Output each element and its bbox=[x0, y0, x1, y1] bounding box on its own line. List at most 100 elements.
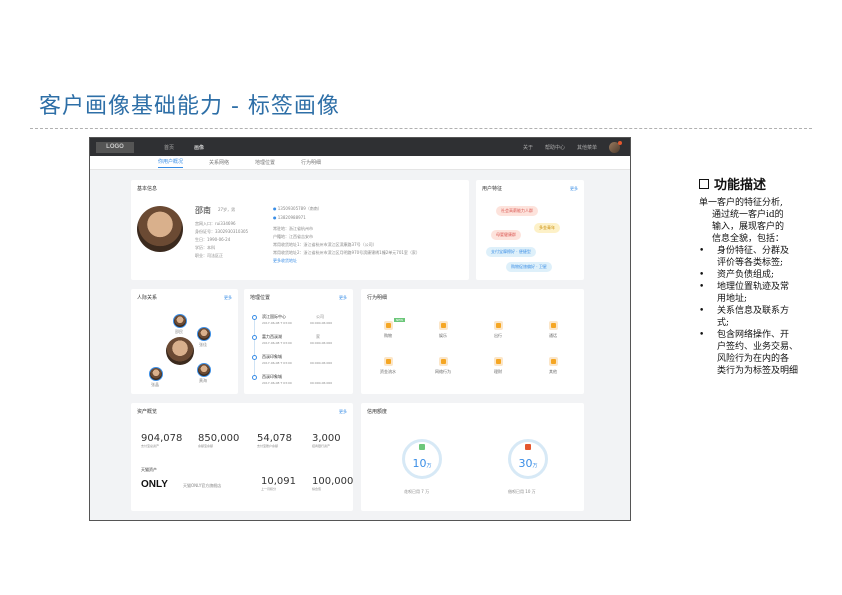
timeline-dot bbox=[252, 335, 257, 340]
card-title: 行为明细 bbox=[367, 295, 388, 301]
more-link[interactable]: 更多 bbox=[570, 186, 578, 192]
tab-relations[interactable]: 关系网络 bbox=[209, 159, 229, 166]
trait-tag: 多金青年 bbox=[534, 223, 560, 233]
behavior-item[interactable]: 其他 bbox=[528, 357, 578, 375]
card-title: 信用额度 bbox=[367, 409, 388, 415]
nav-profile[interactable]: 画像 bbox=[194, 144, 204, 151]
geo-range: 09:000-06:000 bbox=[310, 321, 333, 325]
address-list: 常驻地：浙江省杭州市 户籍地：江西省吉安市 常用收货地址1：浙江省杭州市滨江区滨… bbox=[273, 225, 420, 265]
credit-ring-huabei: 10万 bbox=[402, 439, 442, 479]
call-icon bbox=[548, 321, 558, 330]
geo-tag: 家 bbox=[316, 334, 320, 339]
relation-node[interactable] bbox=[197, 327, 211, 341]
credit-ring-jiebei: 30万 bbox=[508, 439, 548, 479]
geo-tag: 公司 bbox=[316, 314, 324, 319]
trait-tag: 社会高薪能力人群 bbox=[496, 206, 538, 216]
cashflow-icon bbox=[383, 357, 393, 366]
more-link[interactable]: 更多 bbox=[339, 409, 347, 415]
address-item: 常用收货地址2：浙江省杭州市滨江区月明路970号滨康锦绣1幢2单元701室（家） bbox=[273, 250, 420, 255]
behavior-item[interactable]: 资金流水 bbox=[363, 357, 413, 375]
nav-help[interactable]: 帮助中心 bbox=[545, 144, 565, 151]
checkbox-square-icon bbox=[699, 178, 709, 189]
field-item: 生日：1990-06-24 bbox=[195, 237, 231, 242]
bullet-item: 身份特征、分群及评价等各类标签; bbox=[699, 245, 814, 269]
timeline-dot bbox=[252, 315, 257, 320]
geo-time: 2017-06-08 T 03:00 bbox=[262, 381, 292, 385]
asset-stat: 100,000 综合值 bbox=[312, 476, 354, 491]
nav-other[interactable]: 其他菜单 bbox=[577, 144, 597, 151]
jiebei-icon bbox=[525, 444, 531, 450]
description-heading: 功能描述 bbox=[699, 174, 814, 193]
card-title: 人际关系 bbox=[137, 295, 158, 301]
behavior-item[interactable]: 娱乐 bbox=[418, 321, 468, 339]
geo-place: 西溪印象城 bbox=[262, 354, 282, 359]
card-title: 资产概览 bbox=[137, 409, 158, 415]
nav-about[interactable]: 关于 bbox=[523, 144, 533, 151]
description-intro: 单一客户的特征分析, 通过统一客户id的 输入，展现客户的 信息全貌，包括： bbox=[699, 198, 785, 244]
customer-name: 邵南 bbox=[195, 206, 211, 215]
user-avatar[interactable] bbox=[609, 140, 622, 153]
asset-stat: 3,000 招商银行资产 bbox=[312, 433, 341, 448]
tab-behavior[interactable]: 行为明细 bbox=[301, 159, 321, 166]
more-link[interactable]: 更多 bbox=[339, 295, 347, 301]
logo: LOGO bbox=[96, 141, 134, 153]
tab-bar: 你用户概况 关系网络 地理位置 行为明细 bbox=[90, 156, 630, 170]
bullet-item: 关系信息及联系方式; bbox=[699, 305, 814, 329]
center-person bbox=[166, 337, 194, 365]
card-title: 地理位置 bbox=[250, 295, 271, 301]
relation-name: 张佳 bbox=[199, 342, 207, 347]
slide-title: 客户画像基础能力 - 标签画像 bbox=[39, 94, 340, 119]
more-link[interactable]: 更多 bbox=[224, 295, 232, 301]
timeline-line bbox=[254, 317, 255, 379]
behavior-item[interactable]: 理财 bbox=[473, 357, 523, 375]
address-item: 常用收货地址1：浙江省杭州市滨江区滨康路37号（公司） bbox=[273, 242, 377, 247]
ring-value: 30万 bbox=[518, 457, 538, 470]
field-item: 身份证号：3302930310305 bbox=[195, 229, 249, 234]
field-item: 学历：本科 bbox=[195, 245, 215, 250]
relation-name: 张晶 bbox=[151, 382, 159, 387]
behavior-item[interactable]: 网络行为 bbox=[418, 357, 468, 375]
geo-range: 09:000-06:000 bbox=[310, 341, 333, 345]
description-bullets: 身份特征、分群及评价等各类标签; 资产负债组成; 地理位置轨迹及常用地址; 关系… bbox=[699, 245, 814, 377]
tab-geo[interactable]: 地理位置 bbox=[255, 159, 275, 166]
behavior-item[interactable]: 出行 bbox=[473, 321, 523, 339]
relation-node[interactable] bbox=[173, 314, 187, 328]
basic-info-card: 基本信息 邵南 27岁，男 宫网入口：rui334696 身份证号：330293… bbox=[131, 180, 469, 280]
feature-description: 功能描述 单一客户的特征分析, 通过统一客户id的 输入，展现客户的 信息全貌，… bbox=[699, 174, 814, 377]
trait-tag: 母婴健康群 bbox=[491, 230, 521, 240]
geo-place: 富力西溪湖 bbox=[262, 334, 282, 339]
field-list: 宫网入口：rui334696 身份证号：3302930310305 生日：199… bbox=[195, 220, 248, 260]
field-item: 宫网入口：rui334696 bbox=[195, 221, 236, 226]
trait-tag: 支付宝摩擦好 · 便捷型 bbox=[486, 247, 536, 257]
tab-overview[interactable]: 你用户概况 bbox=[158, 158, 184, 168]
behavior-item[interactable]: 购物 bbox=[363, 321, 413, 339]
geo-time: 2017-06-08 T 03:00 bbox=[262, 361, 292, 365]
relation-node[interactable] bbox=[149, 367, 163, 381]
brand-label: 天猫ONLY官方旗舰店 bbox=[183, 483, 222, 488]
credit-card: 信用额度 10万 花呗已用 7 万 30万 借呗已用 10 万 bbox=[361, 403, 584, 511]
contact-list: ● 13509305789（南南） ● 13820988971 bbox=[273, 204, 322, 222]
phone-contact: ● 13509305789（南南） bbox=[273, 206, 322, 211]
finance-icon bbox=[493, 357, 503, 366]
behavior-item[interactable]: 通话 bbox=[528, 321, 578, 339]
ring-value: 10万 bbox=[412, 457, 432, 470]
nav-home[interactable]: 首页 bbox=[164, 144, 174, 151]
field-item: 职业：司法区正 bbox=[195, 253, 223, 258]
shopping-icon bbox=[383, 321, 393, 330]
relation-node[interactable] bbox=[197, 363, 211, 377]
main-nav: 首页 画像 bbox=[164, 144, 204, 151]
asset-stat: 54,078 支付宝账户余额 bbox=[257, 433, 292, 448]
traits-card: 用户特征 更多 社会高薪能力人群 多金青年 母婴健康群 支付宝摩擦好 · 便捷型… bbox=[476, 180, 584, 280]
huabei-icon bbox=[419, 444, 425, 450]
address-item: 户籍地：江西省吉安市 bbox=[273, 234, 313, 239]
asset-stat: 10,091 上一月积分 bbox=[261, 476, 296, 491]
entertainment-icon bbox=[438, 321, 448, 330]
card-title: 用户特征 bbox=[482, 186, 503, 192]
geo-place: 滨江国际中心 bbox=[262, 314, 286, 319]
assets-card: 资产概览 更多 904,078 支付宝总资产 850,000 余额宝余额 54,07… bbox=[131, 403, 353, 511]
more-address-link[interactable]: 更多收货地址 bbox=[273, 257, 420, 265]
brand-logo: ONLY bbox=[141, 479, 168, 490]
age-gender: 27岁，男 bbox=[218, 207, 236, 212]
app-screenshot: LOGO 首页 画像 关于 帮助中心 其他菜单 你用户概况 关系网络 地理位置 … bbox=[89, 137, 631, 521]
geo-time: 2017-06-08 T 03:00 bbox=[262, 321, 292, 325]
